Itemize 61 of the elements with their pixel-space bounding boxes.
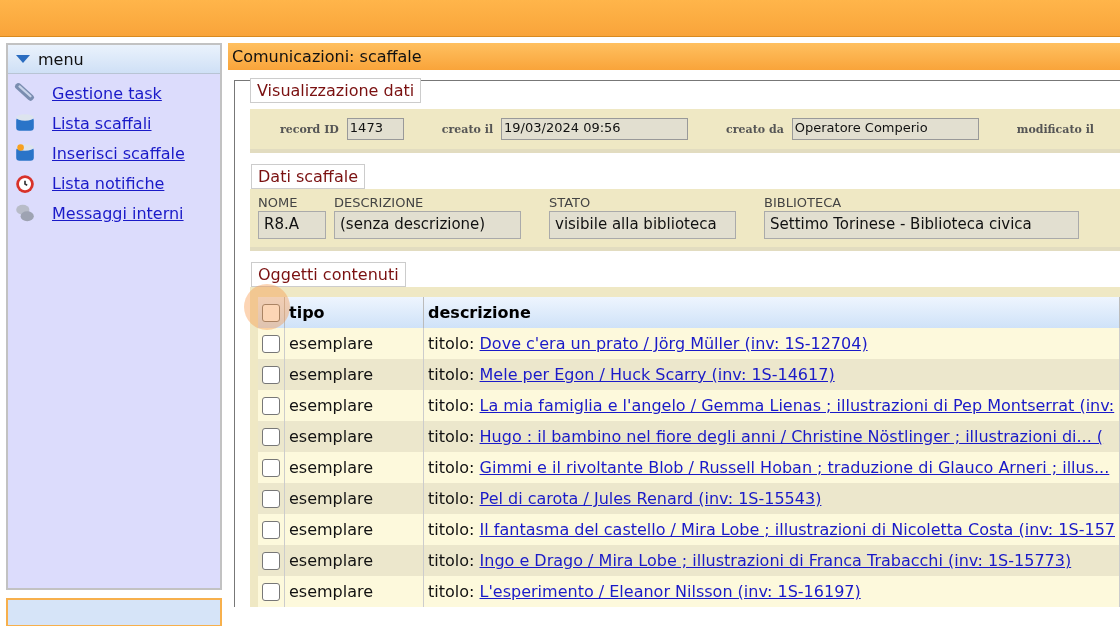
menu-header[interactable]: menu	[8, 45, 220, 74]
title-link[interactable]: Pel di carota / Jules Renard (inv: 1S-15543)	[479, 489, 822, 508]
title-link[interactable]: Mele per Egon / Huck Scarry (inv: 1S-14617)	[479, 365, 835, 384]
menu-link[interactable]: Lista notifiche	[52, 173, 165, 193]
box-icon	[14, 142, 36, 164]
field-label: creato il	[441, 122, 494, 136]
field-label: record ID	[280, 122, 339, 136]
row-checkbox[interactable]	[262, 396, 280, 415]
field-prefix: titolo:	[428, 365, 475, 384]
value-field[interactable]: Operatore Comperio	[791, 118, 979, 140]
field-prefix: titolo:	[428, 520, 475, 539]
field-prefix: titolo:	[428, 458, 475, 477]
title-link[interactable]: Dove c'era un prato / Jörg Müller (inv: 1S-12704)	[479, 334, 868, 353]
field-prefix: titolo:	[428, 396, 475, 415]
title-link[interactable]: La mia famiglia e l'angelo / Gemma Lienas ; illustrazioni di Pep Montserrat (inv:	[479, 396, 1115, 415]
field-prefix: titolo:	[428, 334, 475, 353]
field-label: modificato il	[1016, 122, 1095, 136]
row-checkbox[interactable]	[262, 551, 280, 570]
click-highlight	[244, 284, 290, 330]
menu-link[interactable]: Messaggi interni	[52, 203, 184, 223]
title-link[interactable]: Ingo e Drago / Mira Lobe ; illustrazioni di Franca Trabacchi (inv: 1S-15773)	[479, 551, 1072, 570]
field-prefix: titolo:	[428, 489, 475, 508]
title-link[interactable]: Il fantasma del castello / Mira Lobe ; illustrazioni di Nicoletta Costa (inv: 1S-157	[479, 520, 1115, 539]
field-label: STATO	[549, 195, 592, 210]
field-label: DESCRIZIONE	[334, 195, 425, 210]
row-checkbox[interactable]	[262, 334, 280, 353]
field-label: BIBLIOTECA	[764, 195, 843, 210]
title-link[interactable]: Gimmi e il rivoltante Blob / Russell Hoban ; traduzione di Glauco Arneri ; illus...	[479, 458, 1110, 477]
page-title: Comunicazioni: scaffale	[228, 43, 1120, 70]
field-prefix: titolo:	[428, 427, 475, 446]
row-checkbox[interactable]	[262, 582, 280, 601]
alarm-clock-icon	[14, 172, 36, 194]
row-checkbox[interactable]	[262, 365, 280, 384]
section-legend: Visualizzazione dati	[250, 78, 422, 103]
title-link[interactable]: L'esperimento / Eleanor Nilsson (inv: 1S-16197)	[479, 582, 861, 601]
value-field[interactable]: R8.A	[258, 211, 326, 239]
menu-link[interactable]: Lista scaffali	[52, 113, 152, 133]
title-link[interactable]: Hugo : il bambino nel fiore degli anni / Christine Nöstlinger ; illustrazioni di... (	[479, 427, 1104, 446]
menu-link[interactable]: Gestione task	[52, 83, 162, 103]
row-checkbox[interactable]	[262, 427, 280, 446]
menu-link[interactable]: Inserisci scaffale	[52, 143, 185, 163]
value-field[interactable]: 19/03/2024 09:56	[501, 118, 689, 140]
value-field[interactable]: 1473	[346, 118, 404, 140]
value-field[interactable]: (senza descrizione)	[334, 211, 521, 239]
row-checkbox[interactable]	[262, 520, 280, 539]
menu-title: menu	[38, 49, 84, 69]
paperclip-icon	[14, 82, 36, 104]
section-legend: Dati scaffale	[251, 164, 365, 189]
row-checkbox[interactable]	[262, 489, 280, 508]
field-label: NOME	[258, 195, 299, 210]
row-checkbox[interactable]	[262, 458, 280, 477]
field-prefix: titolo:	[428, 551, 475, 570]
section-legend: Oggetti contenuti	[251, 262, 406, 287]
value-field[interactable]: Settimo Torinese - Biblioteca civica	[764, 211, 1079, 239]
field-label: creato da	[726, 122, 784, 136]
table-cell: esemplare	[284, 576, 424, 607]
chat-icon	[14, 202, 36, 224]
select-all-checkbox[interactable]	[262, 303, 280, 322]
box-icon	[14, 112, 36, 134]
value-field[interactable]: visibile alla biblioteca	[549, 211, 736, 239]
field-prefix: titolo:	[428, 582, 475, 601]
